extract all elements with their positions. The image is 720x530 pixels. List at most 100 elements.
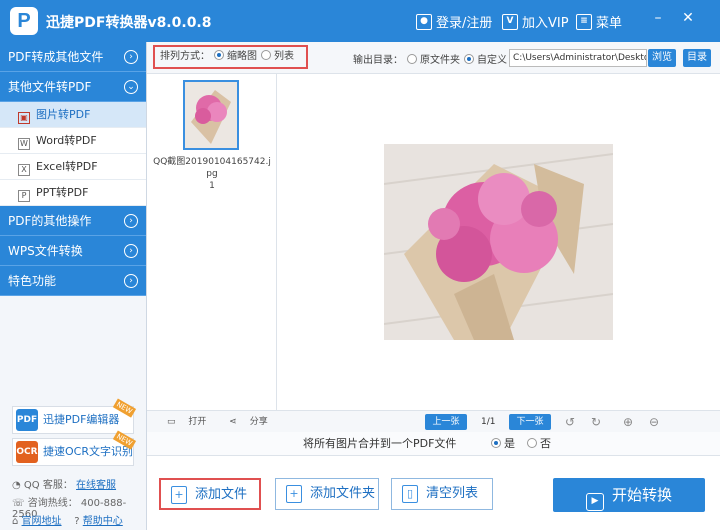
help-icon: ? [74,516,80,527]
merge-yes-radio[interactable] [491,438,501,448]
start-convert-label: 开始转换 [611,486,672,504]
preview-pane: 上一张 1/1 下一张 ↺ ↻ ⊕ ⊖ [277,74,720,432]
vip-button[interactable]: V 加入VIP [502,12,569,31]
folder-icon: ▭ [167,417,176,427]
add-folder-label: 添加文件夹 [310,486,376,501]
vip-label: 加入VIP [522,16,569,31]
share-button[interactable]: ⋖ 分享 [219,417,267,427]
thumbnail-filename: QQ截图20190104165742.jpg 1 [153,157,271,191]
title-bar: P 迅捷PDF转换器v8.0.0.8 ● 登录/注册 V 加入VIP ≡ 菜单 … [0,0,720,42]
category-label: 特色功能 [8,274,57,288]
qq-icon: ◔ [12,480,21,491]
app-logo-icon: P [10,7,38,35]
add-file-icon: + [171,486,187,504]
merge-yes-option[interactable]: 是 [487,432,515,456]
sidebar-item-ppt-to-pdf[interactable]: P PPT转PDF [0,180,146,206]
sidebar-item-excel-to-pdf[interactable]: X Excel转PDF [0,154,146,180]
chevron-down-icon: ⌄ [124,80,138,94]
phone-icon: ☏ [12,498,25,509]
word-icon: W [18,138,30,150]
online-service-link[interactable]: 在线客服 [76,480,116,491]
sort-list-label: 列表 [274,51,294,62]
sidebar-category-features[interactable]: 特色功能 › [0,266,146,296]
clear-list-label: 清空列表 [426,486,479,501]
promo-ocr[interactable]: OCR 捷速OCR文字识别 NEW [12,430,137,466]
start-convert-button[interactable]: ▶ 开始转换 [553,478,705,512]
sort-thumbnail-radio[interactable] [214,50,224,60]
open-button[interactable]: ▭ 打开 [157,417,206,427]
open-directory-button[interactable]: 目录 [683,49,711,67]
file-thumbnail[interactable] [183,80,239,150]
output-custom-radio[interactable] [464,54,474,64]
login-label: 登录/注册 [436,16,493,31]
chevron-right-icon: › [124,274,138,288]
sort-options: 排列方式： 缩略图 列表 [153,45,308,69]
add-folder-icon: + [286,485,302,503]
output-label: 输出目录： [353,55,403,66]
preview-image [384,144,613,340]
phone-label: 咨询热线： [27,498,78,509]
browse-button[interactable]: 浏览 [648,49,676,67]
menu-label: 菜单 [596,16,623,31]
merge-no-option[interactable]: 否 [523,432,551,456]
page-indicator: 1/1 [481,417,496,427]
add-file-label: 添加文件 [195,487,248,502]
sort-thumbnail-label: 缩略图 [227,51,257,62]
category-label: PDF转成其他文件 [8,50,104,64]
website-link[interactable]: 官网地址 [22,516,62,527]
sort-list-radio[interactable] [261,50,271,60]
clear-list-button[interactable]: ▯ 清空列表 [391,478,493,510]
preview-pager: 上一张 1/1 下一张 ↺ ↻ ⊕ ⊖ [277,410,720,432]
zoom-out-icon[interactable]: ⊖ [649,414,659,430]
merge-no-radio[interactable] [527,438,537,448]
output-custom-label: 自定义 [477,55,507,66]
sidebar-item-image-to-pdf[interactable]: ▣ 图片转PDF [0,102,146,128]
previous-button[interactable]: 上一张 [425,414,467,430]
menu-icon: ≡ [576,13,592,30]
zoom-in-icon[interactable]: ⊕ [623,414,633,430]
bottom-action-bar: + 添加文件 + 添加文件夹 ▯ 清空列表 ▶ 开始转换 [147,456,720,530]
menu-button[interactable]: ≡ 菜单 [576,12,622,31]
sidebar-item-label: PPT转PDF [36,186,89,199]
contact-qq: ◔ QQ 客服： 在线客服 [12,476,116,491]
output-options: 输出目录： 原文件夹 自定义 [353,51,507,66]
ocr-icon: OCR [16,441,38,463]
sidebar-category-pdf-to-other[interactable]: PDF转成其他文件 › [0,42,146,72]
next-button[interactable]: 下一张 [509,414,551,430]
thumbnail-panel: QQ截图20190104165742.jpg1 ▭ 打开 ⋖ 分享 🗑︎ 移除 [147,74,277,449]
rotate-right-icon[interactable]: ↻ [591,414,601,430]
sidebar-category-other-to-pdf[interactable]: 其他文件转PDF ⌄ [0,72,146,102]
vip-icon: V [502,13,518,30]
output-path-input[interactable]: C:\Users\Administrator\Desktop [509,49,647,67]
rotate-left-icon[interactable]: ↺ [565,414,575,430]
login-button[interactable]: ● 登录/注册 [416,12,492,31]
sidebar-category-wps[interactable]: WPS文件转换 › [0,236,146,266]
category-label: 其他文件转PDF [8,80,92,94]
help-link[interactable]: 帮助中心 [83,516,123,527]
sidebar: PDF转成其他文件 › 其他文件转PDF ⌄ ▣ 图片转PDF W Word转PDF… [0,42,147,530]
chevron-right-icon: › [124,214,138,228]
promo-pdf-editor[interactable]: PDF 迅捷PDF编辑器 NEW [12,398,137,434]
ppt-icon: P [18,190,30,202]
chevron-right-icon: › [124,50,138,64]
flower-bouquet-image [384,144,613,340]
sidebar-item-word-to-pdf[interactable]: W Word转PDF [0,128,146,154]
minimize-button[interactable]: – [650,10,666,26]
excel-icon: X [18,164,30,176]
play-icon: ▶ [585,493,604,511]
app-title: 迅捷PDF转换器v8.0.0.8 [46,15,212,31]
flower-thumbnail-image [185,82,237,148]
thumbnail-actions: ▭ 打开 ⋖ 分享 🗑︎ 移除 [147,410,277,449]
trash-icon: ▯ [402,485,418,503]
home-icon: ⌂ [12,516,19,527]
sidebar-category-pdf-other-ops[interactable]: PDF的其他操作 › [0,206,146,236]
add-folder-button[interactable]: + 添加文件夹 [275,478,379,510]
promo-label: 捷速OCR文字识别 [43,445,133,458]
promo-label: 迅捷PDF编辑器 [43,413,120,426]
contact-links: ⌂ 官网地址 ? 帮助中心 [12,512,123,527]
add-file-button[interactable]: + 添加文件 [159,478,261,510]
close-button[interactable]: ✕ [680,10,696,26]
output-original-radio[interactable] [407,54,417,64]
user-icon: ● [416,13,432,30]
sidebar-item-label: Word转PDF [36,134,97,147]
